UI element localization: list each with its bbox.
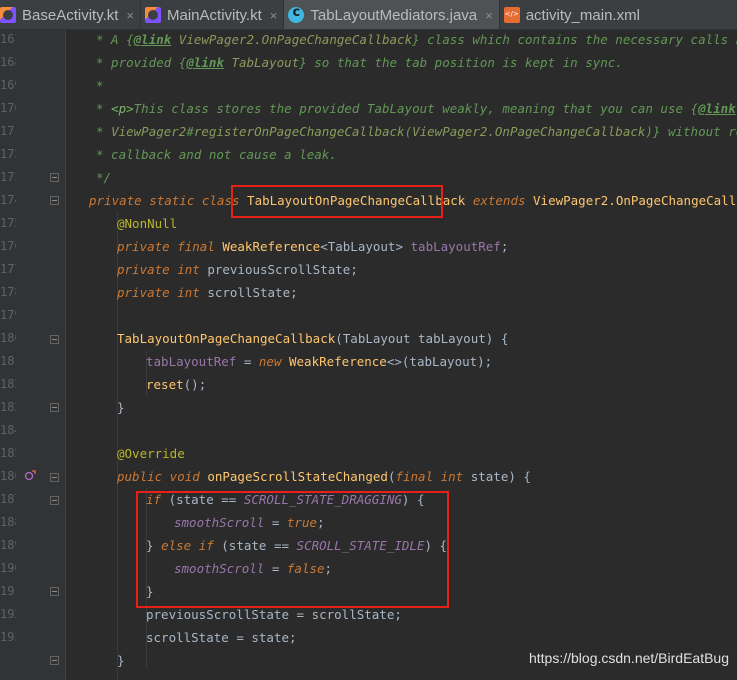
line-number: 169: [0, 78, 16, 92]
code-line-169: *: [96, 78, 104, 93]
editor-tab-bar: BaseActivity.kt × MainActivity.kt × TabL…: [0, 0, 737, 30]
line-number: 183: [0, 400, 16, 414]
code-line-181: tabLayoutRef = new WeakReference<>(tabLa…: [146, 354, 493, 369]
code-line-191: }: [146, 584, 154, 599]
line-number: 180: [0, 331, 16, 345]
xml-file-icon: [503, 7, 520, 23]
class-name: TabLayoutOnPageChangeCallback: [247, 193, 466, 208]
code-line-193: scrollState = state;: [146, 630, 297, 645]
fold-marker-icon[interactable]: [50, 496, 59, 505]
code-editor[interactable]: * A {@link ViewPager2.OnPageChangeCallba…: [66, 30, 737, 680]
line-number: 167: [0, 32, 16, 46]
tab-base-activity[interactable]: BaseActivity.kt ×: [0, 0, 142, 29]
tab-label: MainActivity.kt: [167, 6, 262, 24]
code-line-173: */: [96, 170, 112, 185]
line-number: 186: [0, 469, 16, 483]
kotlin-file-icon: [145, 7, 162, 23]
code-line-182: reset();: [146, 377, 207, 392]
code-line-171: * ViewPager2#registerOnPageChangeCallbac…: [96, 124, 737, 139]
code-line-194: }: [117, 653, 125, 668]
close-icon[interactable]: ×: [270, 8, 278, 23]
line-number: 174: [0, 193, 16, 207]
line-number: 192: [0, 607, 16, 621]
line-number: 176: [0, 239, 16, 253]
line-number: 191: [0, 584, 16, 598]
override-method-icon[interactable]: [24, 470, 36, 482]
tab-label: TabLayoutMediators.java: [310, 6, 478, 24]
tab-activity-main-xml[interactable]: activity_main.xml: [500, 0, 646, 29]
line-number: 189: [0, 538, 16, 552]
code-line-189: } else if (state == SCROLL_STATE_IDLE) {: [146, 538, 448, 553]
code-line-183: }: [117, 400, 125, 415]
line-number: 177: [0, 262, 16, 276]
fold-marker-icon[interactable]: [50, 587, 59, 596]
fold-marker-icon[interactable]: [50, 335, 59, 344]
code-line-168: * provided {@link TabLayout} so that the…: [96, 55, 623, 70]
line-number: 181: [0, 354, 16, 368]
tab-tablayout-mediators[interactable]: TabLayoutMediators.java ×: [284, 0, 500, 29]
fold-marker-icon[interactable]: [50, 403, 59, 412]
code-line-192: previousScrollState = scrollState;: [146, 607, 402, 622]
line-number: 171: [0, 124, 16, 138]
code-line-167: * A {@link ViewPager2.OnPageChangeCallba…: [96, 32, 737, 47]
line-number: 170: [0, 101, 16, 115]
fold-marker-icon[interactable]: [50, 196, 59, 205]
code-line-170: * <p>This class stores the provided TabL…: [96, 101, 736, 116]
code-line-175: @NonNull: [117, 216, 178, 231]
line-number: 168: [0, 55, 16, 69]
line-number: 178: [0, 285, 16, 299]
line-number: 182: [0, 377, 16, 391]
fold-marker-icon[interactable]: [50, 656, 59, 665]
line-number: 185: [0, 446, 16, 460]
code-line-187: if (state == SCROLL_STATE_DRAGGING) {: [146, 492, 425, 507]
code-line-186: public void onPageScrollStateChanged(fin…: [117, 469, 531, 484]
java-class-icon: [288, 5, 305, 23]
line-number-gutter: 167 168 169 170 171 172 173 174 175 176 …: [0, 30, 66, 680]
line-number: 184: [0, 423, 16, 437]
close-icon[interactable]: ×: [485, 8, 493, 23]
watermark: https://blog.csdn.net/BirdEatBug: [528, 650, 729, 666]
line-number: 188: [0, 515, 16, 529]
tab-label: BaseActivity.kt: [22, 6, 119, 24]
code-line-190: smoothScroll = false;: [174, 561, 333, 576]
fold-marker-icon[interactable]: [50, 473, 59, 482]
code-line-178: private int scrollState;: [117, 285, 298, 300]
line-number: 190: [0, 561, 16, 575]
kotlin-file-icon: [0, 7, 16, 23]
code-line-177: private int previousScrollState;: [117, 262, 358, 277]
code-line-176: private final WeakReference<TabLayout> t…: [117, 239, 509, 254]
line-number: 193: [0, 630, 16, 644]
line-number: 172: [0, 147, 16, 161]
line-number: 175: [0, 216, 16, 230]
tab-label: activity_main.xml: [525, 6, 640, 24]
line-number: 179: [0, 308, 16, 322]
code-line-180: TabLayoutOnPageChangeCallback(TabLayout …: [117, 331, 509, 346]
code-line-188: smoothScroll = true;: [174, 515, 325, 530]
line-number: 173: [0, 170, 16, 184]
code-line-174: private static class TabLayoutOnPageChan…: [89, 193, 737, 208]
line-number: 187: [0, 492, 16, 506]
code-line-185: @Override: [117, 446, 185, 461]
close-icon[interactable]: ×: [126, 8, 134, 23]
tab-main-activity[interactable]: MainActivity.kt ×: [141, 0, 285, 29]
fold-marker-icon[interactable]: [50, 173, 59, 182]
code-line-172: * callback and not cause a leak.: [96, 147, 337, 162]
